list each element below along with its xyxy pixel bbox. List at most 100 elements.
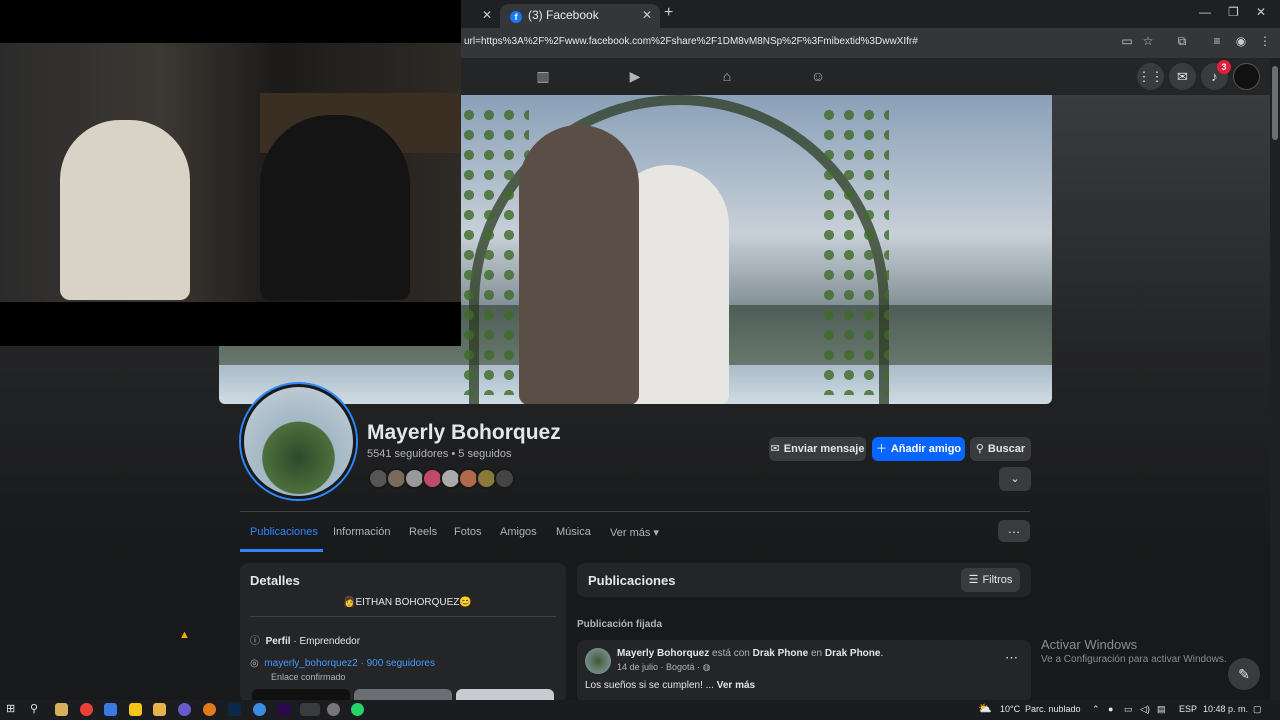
add-friend-label: Añadir amigo (890, 443, 962, 455)
video-person-woman (260, 115, 410, 300)
pinned-post-card: Mayerly Bohorquez está con Drak Phone en… (577, 640, 1031, 703)
details-instagram-row[interactable]: ◎ mayerly_bohorquez2 · 900 seguidores (250, 658, 435, 669)
instagram-icon: ◎ (250, 658, 259, 669)
friend-avatar[interactable] (494, 468, 515, 489)
restore-icon[interactable]: ❐ (1228, 5, 1239, 19)
post-author-avatar[interactable] (585, 648, 611, 674)
url-text[interactable]: url=https%3A%2F%2Fwww.facebook.com%2Fsha… (464, 36, 918, 47)
page-scrollbar-track[interactable] (1270, 58, 1280, 700)
caret-down-icon: ▾ (653, 527, 659, 539)
app-icon[interactable] (327, 703, 340, 716)
post-meta-text[interactable]: 14 de julio · Bogotá · (617, 662, 700, 672)
post-author[interactable]: Mayerly Bohorquez (617, 648, 709, 659)
search-button[interactable]: ⚲ Buscar (970, 437, 1031, 461)
details-card: Detalles 👩EITHAN BOHORQUEZ😊 ⓘ Perfil · E… (240, 563, 566, 703)
info-icon: ⓘ (250, 636, 260, 647)
network-icon[interactable]: ▭ (1124, 704, 1133, 715)
microphone-icon[interactable]: ● (1108, 704, 1113, 714)
menu-dots-icon[interactable]: ⋮ (1258, 34, 1272, 48)
chrome-icon[interactable] (80, 703, 93, 716)
close-window-icon[interactable]: ✕ (1256, 5, 1266, 19)
video-overlay[interactable] (0, 0, 461, 346)
video-icon[interactable]: ▶ (626, 67, 644, 85)
bookmark-star-icon[interactable]: ☆ (1141, 34, 1155, 48)
photoshop-icon[interactable] (228, 703, 241, 716)
tab-ver-mas[interactable]: Ver más ▾ (610, 526, 659, 539)
weather-temp[interactable]: 10°C (1000, 704, 1020, 714)
file-explorer-icon[interactable] (153, 703, 166, 716)
family-emoji-icon: 👩 (343, 597, 356, 608)
details-bio: 👩EITHAN BOHORQUEZ😊 (343, 597, 472, 608)
clock-time[interactable]: 10:48 p. m. (1203, 704, 1248, 714)
add-friend-button[interactable]: ＋ Añadir amigo (872, 437, 965, 461)
messenger-icon[interactable]: ✉ (1169, 63, 1196, 90)
profile-follow-stats[interactable]: 5541 seguidores • 5 seguidos (367, 448, 512, 460)
extensions-icon[interactable]: ⧉ (1175, 34, 1189, 48)
tab-ver-mas-label: Ver más (610, 527, 651, 539)
whatsapp-icon[interactable] (351, 703, 364, 716)
profile-name: Mayerly Bohorquez (367, 421, 561, 444)
keyboard-icon[interactable]: ▤ (1157, 704, 1166, 715)
filters-button[interactable]: ☰ Filtros (961, 568, 1020, 592)
profile-avatar[interactable] (241, 384, 356, 499)
instagram-handle-link[interactable]: mayerly_bohorquez2 (264, 658, 357, 669)
details-title: Detalles (250, 573, 300, 588)
compose-message-icon[interactable]: ✎ (1228, 658, 1260, 690)
post-tagged-name[interactable]: Drak Phone (753, 648, 809, 659)
page-scrollbar-thumb[interactable] (1272, 66, 1278, 140)
activate-windows-subtitle: Ve a Configuración para activar Windows. (1041, 654, 1227, 665)
tray-expand-icon[interactable]: ⌃ (1092, 704, 1100, 715)
marketplace-icon[interactable]: ⌂ (718, 67, 736, 85)
screen: ✕ f (3) Facebook ✕ + — ❐ ✕ url=https%3A%2… (0, 0, 1280, 720)
weather-desc[interactable]: Parc. nublado (1025, 704, 1081, 714)
profile-icon[interactable]: ◉ (1234, 34, 1248, 48)
menu-grid-icon[interactable]: ⋮⋮ (1137, 63, 1164, 90)
app-icon[interactable] (178, 703, 191, 716)
app-icon[interactable] (203, 703, 216, 716)
new-tab-icon[interactable]: + (664, 4, 673, 22)
tab-amigos[interactable]: Amigos (500, 526, 537, 538)
send-message-button[interactable]: ✉ Enviar mensaje (769, 437, 866, 461)
post-place[interactable]: Drak Phone (825, 648, 881, 659)
windows-start-icon[interactable]: ⊞ (6, 703, 19, 716)
app-icon[interactable] (104, 703, 117, 716)
facebook-favicon-icon: f (510, 11, 522, 23)
post-options-icon[interactable]: ⋯ (1005, 650, 1018, 666)
sticky-notes-icon[interactable] (129, 703, 142, 716)
groups-icon[interactable]: ☺ (809, 67, 827, 85)
tab-reels[interactable]: Reels (409, 526, 437, 538)
cast-icon[interactable]: ▭ (1120, 34, 1134, 48)
language-indicator[interactable]: ESP (1179, 704, 1197, 714)
app-icon[interactable] (55, 703, 68, 716)
globe-icon: ◍ (702, 662, 711, 672)
close-tab-icon[interactable]: ✕ (482, 4, 492, 26)
weather-icon[interactable]: ⛅ (978, 702, 992, 715)
media-control-icon[interactable]: ≡ (1210, 34, 1224, 48)
app-icon[interactable] (253, 703, 266, 716)
search-icon[interactable]: ⚲ (30, 703, 43, 716)
video-person-man (60, 120, 190, 300)
see-more-link[interactable]: Ver más (717, 680, 755, 691)
account-avatar[interactable] (1233, 63, 1260, 90)
volume-icon[interactable]: ◁) (1140, 704, 1150, 715)
notification-center-icon[interactable]: ▢ (1253, 704, 1262, 715)
posts-title: Publicaciones (588, 573, 676, 588)
close-tab-icon[interactable]: ✕ (642, 4, 652, 26)
tab-musica[interactable]: Música (556, 526, 591, 538)
tab-informacion[interactable]: Información (333, 526, 390, 538)
post-header: Mayerly Bohorquez está con Drak Phone en… (617, 648, 884, 659)
browser-tab-facebook[interactable]: f (3) Facebook ✕ (500, 4, 660, 28)
tab-fotos[interactable]: Fotos (454, 526, 482, 538)
minimize-icon[interactable]: — (1199, 5, 1211, 19)
dashboard-icon[interactable]: ▥ (534, 67, 552, 85)
expand-profile-button[interactable]: ⌄ (999, 467, 1031, 491)
post-with-text: está con (712, 648, 750, 659)
premiere-icon[interactable] (278, 703, 291, 716)
friends-avatar-stack[interactable] (368, 468, 528, 490)
chrome-active-icon[interactable] (300, 703, 320, 716)
activate-windows-title: Activar Windows (1041, 637, 1138, 652)
filters-label: Filtros (982, 574, 1013, 586)
details-profile-value: · Emprendedor (293, 636, 361, 647)
tab-publicaciones[interactable]: Publicaciones (250, 526, 318, 538)
more-options-button[interactable]: … (998, 520, 1030, 542)
